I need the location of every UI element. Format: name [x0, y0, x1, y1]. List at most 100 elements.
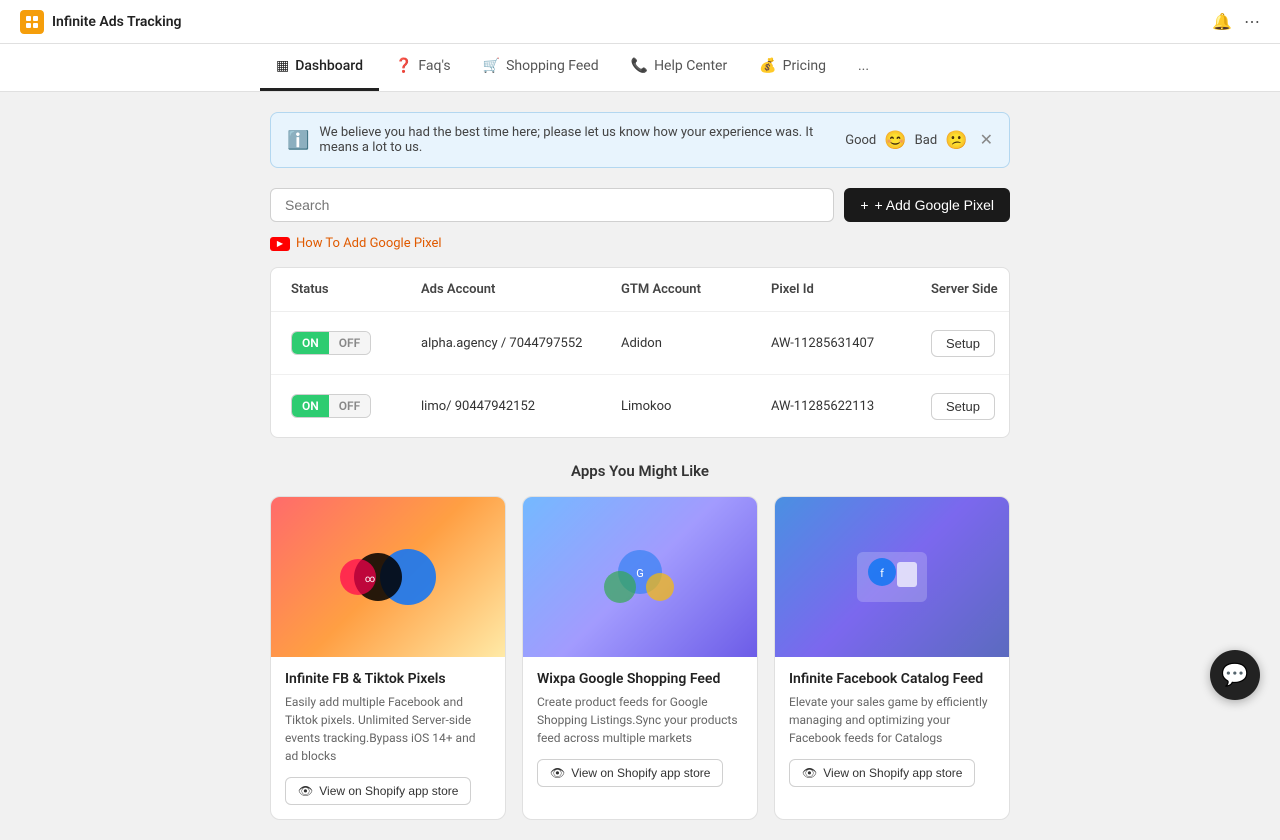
tab-more[interactable]: ...	[842, 44, 885, 91]
view-store-label-3: View on Shopify app store	[823, 766, 962, 780]
row2-ads-account: limo/ 90447942152	[421, 399, 621, 414]
tab-dashboard[interactable]: ▦ Dashboard	[260, 44, 379, 91]
app-card-body-3: Infinite Facebook Catalog Feed Elevate y…	[775, 657, 1009, 801]
row1-server-side: Setup	[931, 330, 1010, 357]
tab-pricing[interactable]: 💰 Pricing	[743, 44, 842, 91]
faqs-icon: ❓	[395, 58, 412, 74]
toggle-off-1[interactable]: OFF	[329, 332, 370, 354]
add-pixel-plus-icon: +	[860, 197, 868, 213]
col-pixel-id: Pixel Id	[771, 282, 931, 297]
svg-text:∞: ∞	[365, 574, 375, 585]
apps-grid: ∞ Infinite FB & Tiktok Pixels Easily add…	[270, 496, 1010, 820]
col-server-side: Server Side	[931, 282, 1010, 297]
how-to-text: How To Add Google Pixel	[296, 236, 442, 251]
banner-text: We believe you had the best time here; p…	[319, 125, 845, 155]
toggle-on-2[interactable]: ON	[292, 395, 329, 417]
view-store-btn-1[interactable]: 👁 View on Shopify app store	[285, 777, 471, 805]
tab-help-label: Help Center	[654, 58, 727, 74]
tab-nav: ▦ Dashboard ❓ Faq's 🛒 Shopping Feed 📞 He…	[0, 44, 1280, 92]
tab-pricing-label: Pricing	[783, 58, 826, 74]
table-row: ON OFF alpha.agency / 7044797552 Adidon …	[271, 312, 1009, 375]
table-header: Status Ads Account GTM Account Pixel Id …	[271, 268, 1009, 312]
app-card-body-1: Infinite FB & Tiktok Pixels Easily add m…	[271, 657, 505, 819]
view-store-btn-3[interactable]: 👁 View on Shopify app store	[789, 759, 975, 787]
tab-more-label: ...	[858, 58, 869, 74]
topbar-right: 🔔 ⋯	[1212, 12, 1260, 31]
dashboard-icon: ▦	[276, 58, 289, 74]
app-desc-fb-tiktok: Easily add multiple Facebook and Tiktok …	[285, 693, 491, 765]
good-label: Good	[845, 133, 876, 148]
view-store-label-1: View on Shopify app store	[319, 784, 458, 798]
good-emoji[interactable]: 😊	[884, 130, 906, 151]
row2-gtm-account: Limokoo	[621, 399, 771, 414]
search-row: + + Add Google Pixel	[270, 188, 1010, 222]
shopify-icon-3: 👁	[802, 766, 817, 780]
apps-section-title: Apps You Might Like	[270, 462, 1010, 480]
info-banner-right: Good 😊 Bad 😕 ✕	[845, 130, 993, 151]
view-store-btn-2[interactable]: 👁 View on Shopify app store	[537, 759, 723, 787]
tab-help-center[interactable]: 📞 Help Center	[615, 44, 744, 91]
youtube-icon	[270, 237, 290, 251]
row1-status-toggle[interactable]: ON OFF	[291, 331, 421, 355]
app-title-google-shopping: Wixpa Google Shopping Feed	[537, 671, 743, 687]
shopping-icon: 🛒	[483, 58, 500, 74]
tab-shopping-feed[interactable]: 🛒 Shopping Feed	[467, 44, 615, 91]
notification-icon[interactable]: 🔔	[1212, 12, 1232, 31]
app-logo	[20, 10, 44, 34]
row1-ads-account: alpha.agency / 7044797552	[421, 336, 621, 351]
row2-status-toggle[interactable]: ON OFF	[291, 394, 421, 418]
main-content: ℹ️ We believe you had the best time here…	[250, 92, 1030, 840]
app-card-fb-catalog: f Infinite Facebook Catalog Feed Elevate…	[774, 496, 1010, 820]
tab-faqs-label: Faq's	[418, 58, 450, 74]
app-title-fb-catalog: Infinite Facebook Catalog Feed	[789, 671, 995, 687]
info-banner: ℹ️ We believe you had the best time here…	[270, 112, 1010, 168]
row2-setup-button[interactable]: Setup	[931, 393, 995, 420]
tab-faqs[interactable]: ❓ Faq's	[379, 44, 467, 91]
app-image-google-shopping: G	[523, 497, 757, 657]
col-ads-account: Ads Account	[421, 282, 621, 297]
row2-pixel-id: AW-11285622113	[771, 399, 931, 414]
row2-server-side: Setup	[931, 393, 1010, 420]
bad-label: Bad	[915, 133, 938, 148]
svg-text:f: f	[880, 567, 884, 580]
menu-icon[interactable]: ⋯	[1244, 12, 1260, 31]
chat-button[interactable]: 💬	[1210, 650, 1260, 700]
table-row: ON OFF limo/ 90447942152 Limokoo AW-1128…	[271, 375, 1009, 437]
col-gtm-account: GTM Account	[621, 282, 771, 297]
banner-close-button[interactable]: ✕	[980, 130, 993, 150]
app-card-fb-tiktok: ∞ Infinite FB & Tiktok Pixels Easily add…	[270, 496, 506, 820]
toggle-off-2[interactable]: OFF	[329, 395, 370, 417]
apps-section: Apps You Might Like ∞ Infinite FB & Tikt…	[270, 462, 1010, 820]
view-store-label-2: View on Shopify app store	[571, 766, 710, 780]
toggle-on-1[interactable]: ON	[292, 332, 329, 354]
svg-text:G: G	[636, 567, 644, 580]
info-icon: ℹ️	[287, 130, 309, 151]
info-banner-left: ℹ️ We believe you had the best time here…	[287, 125, 845, 155]
shopify-icon-1: 👁	[298, 784, 313, 798]
app-desc-fb-catalog: Elevate your sales game by efficiently m…	[789, 693, 995, 747]
app-title: Infinite Ads Tracking	[52, 14, 182, 30]
pricing-icon: 💰	[759, 58, 776, 74]
row1-pixel-id: AW-11285631407	[771, 336, 931, 351]
help-icon: 📞	[631, 58, 648, 74]
topbar-left: Infinite Ads Tracking	[20, 10, 182, 34]
add-pixel-label: + Add Google Pixel	[875, 197, 994, 213]
app-desc-google-shopping: Create product feeds for Google Shopping…	[537, 693, 743, 747]
app-image-fb-tiktok: ∞	[271, 497, 505, 657]
bad-emoji[interactable]: 😕	[945, 130, 967, 151]
row1-setup-button[interactable]: Setup	[931, 330, 995, 357]
row1-gtm-account: Adidon	[621, 336, 771, 351]
app-card-google-shopping: G Wixpa Google Shopping Feed Create prod…	[522, 496, 758, 820]
app-image-fb-catalog: f	[775, 497, 1009, 657]
tab-shopping-label: Shopping Feed	[506, 58, 599, 74]
tab-dashboard-label: Dashboard	[295, 58, 363, 74]
pixels-table: Status Ads Account GTM Account Pixel Id …	[270, 267, 1010, 438]
search-input[interactable]	[270, 188, 834, 222]
add-google-pixel-button[interactable]: + + Add Google Pixel	[844, 188, 1010, 222]
chat-icon: 💬	[1221, 663, 1248, 688]
app-title-fb-tiktok: Infinite FB & Tiktok Pixels	[285, 671, 491, 687]
how-to-link[interactable]: How To Add Google Pixel	[270, 236, 1010, 251]
col-status: Status	[291, 282, 421, 297]
shopify-icon-2: 👁	[550, 766, 565, 780]
topbar: Infinite Ads Tracking 🔔 ⋯	[0, 0, 1280, 44]
